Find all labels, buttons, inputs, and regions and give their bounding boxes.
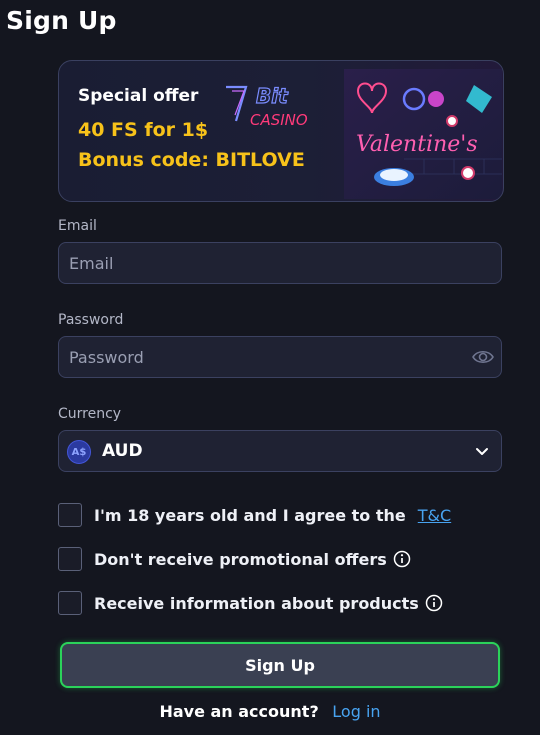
promo-banner[interactable]: Special offer 40 FS for 1$ Bonus code: B… (58, 60, 504, 202)
logo-text-bottom: CASINO (250, 111, 308, 129)
email-field-wrapper (58, 242, 502, 284)
promo-special-label: Special offer (78, 86, 199, 106)
promo-free-spins: 40 FS for 1$ (78, 119, 209, 141)
tc-link[interactable]: T&C (418, 506, 451, 525)
currency-label: Currency (58, 406, 122, 422)
logo-text-top: Bit (256, 84, 289, 108)
casino-logo: Bit CASINO (226, 83, 308, 129)
info-icon[interactable] (393, 550, 411, 568)
no-promo-row: Don't receive promotional offers (58, 546, 411, 572)
email-label: Email (58, 218, 97, 234)
have-account-text: Have an account? (159, 702, 319, 721)
signup-page: Sign Up Special offer 40 FS for 1$ Bonus… (0, 0, 540, 735)
no-promo-checkbox[interactable] (58, 547, 82, 571)
info-icon[interactable] (425, 594, 443, 612)
no-promo-checkbox-label: Don't receive promotional offers (94, 549, 387, 569)
password-label: Password (58, 312, 124, 328)
valentine-artwork: Valentine's (344, 69, 502, 199)
currency-value: AUD (102, 441, 143, 461)
eye-icon[interactable] (471, 347, 495, 367)
product-info-row: Receive information about products (58, 590, 443, 616)
login-link[interactable]: Log in (332, 702, 380, 721)
page-title: Sign Up (6, 6, 117, 35)
promo-bonus-code: Bonus code: BITLOVE (78, 149, 305, 171)
product-info-checkbox-label: Receive information about products (94, 593, 419, 613)
have-account-row: Have an account? Log in (0, 702, 540, 721)
password-field[interactable] (59, 337, 501, 377)
age-checkbox[interactable] (58, 503, 82, 527)
product-info-checkbox[interactable] (58, 591, 82, 615)
chevron-down-icon (476, 448, 488, 455)
age-agreement-row: I'm 18 years old and I agree to the T&C (58, 502, 451, 528)
age-checkbox-label: I'm 18 years old and I agree to the (94, 505, 406, 525)
valentine-text: Valentine's (356, 132, 478, 157)
currency-select[interactable]: A$ AUD (58, 430, 502, 472)
currency-badge-icon: A$ (67, 440, 91, 464)
password-field-wrapper (58, 336, 502, 378)
signup-button[interactable]: Sign Up (60, 642, 500, 688)
email-field[interactable] (59, 243, 501, 283)
